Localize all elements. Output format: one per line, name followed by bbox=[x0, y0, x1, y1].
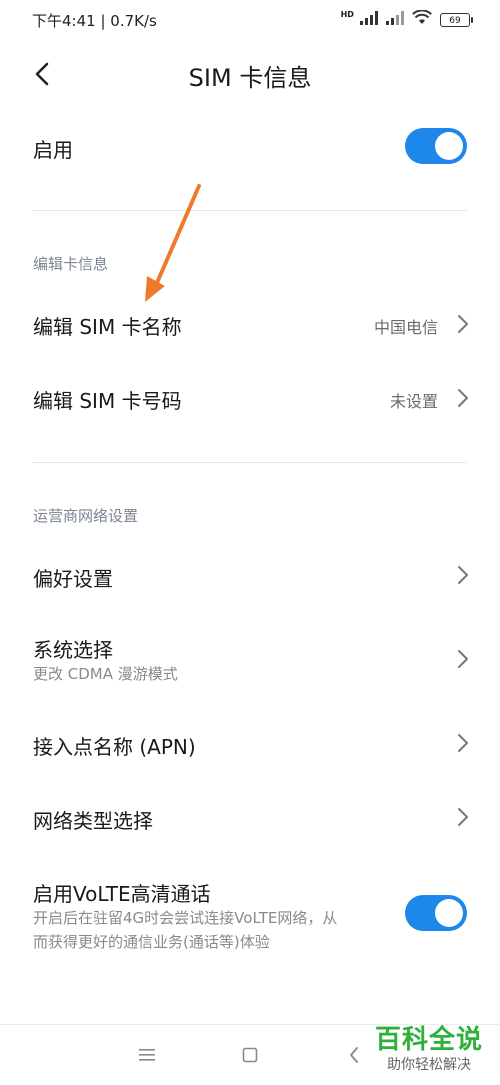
nav-back-button[interactable] bbox=[342, 1043, 366, 1067]
apn-label: 接入点名称 (APN) bbox=[33, 735, 196, 759]
menu-button[interactable] bbox=[135, 1043, 159, 1067]
volte-label: 启用VoLTE高清通话 bbox=[33, 882, 211, 906]
volte-sub-line1: 开启后在驻留4G时会尝试连接VoLTE网络，从 bbox=[33, 909, 338, 927]
system-select-row[interactable]: 系统选择 更改 CDMA 漫游模式 bbox=[0, 618, 500, 700]
home-button[interactable] bbox=[238, 1043, 262, 1067]
enable-label: 启用 bbox=[33, 138, 73, 162]
chevron-right-icon bbox=[458, 650, 468, 668]
system-select-sub: 更改 CDMA 漫游模式 bbox=[33, 665, 178, 683]
edit-sim-number-value: 未设置 bbox=[389, 392, 438, 411]
volte-toggle[interactable] bbox=[405, 895, 467, 931]
edit-sim-name-row[interactable]: 编辑 SIM 卡名称 中国电信 bbox=[0, 288, 500, 360]
header: SIM 卡信息 bbox=[0, 42, 500, 104]
edit-sim-name-label: 编辑 SIM 卡名称 bbox=[33, 315, 182, 339]
volte-sub-line2: 而获得更好的通信业务(通话等)体验 bbox=[33, 933, 270, 951]
enable-toggle[interactable] bbox=[405, 128, 467, 164]
hd-label: HD bbox=[340, 10, 354, 19]
divider bbox=[33, 462, 467, 463]
apn-row[interactable]: 接入点名称 (APN) bbox=[0, 708, 500, 780]
menu-icon bbox=[139, 1049, 155, 1061]
network-type-row[interactable]: 网络类型选择 bbox=[0, 782, 500, 854]
status-icons: HD 69 bbox=[341, 9, 473, 29]
preference-row[interactable]: 偏好设置 bbox=[0, 540, 500, 612]
section-title-edit: 编辑卡信息 bbox=[33, 255, 109, 273]
square-icon bbox=[242, 1047, 258, 1063]
chevron-left-icon bbox=[350, 1047, 358, 1063]
status-time-speed: 下午4:41 | 0.7K/s bbox=[32, 12, 157, 30]
battery-icon: 69 bbox=[440, 12, 473, 27]
network-type-label: 网络类型选择 bbox=[33, 809, 153, 833]
annotation-arrow-icon bbox=[145, 184, 201, 302]
chevron-right-icon bbox=[458, 566, 468, 584]
watermark-slogan: 助你轻松解决 bbox=[387, 1057, 471, 1073]
chevron-right-icon bbox=[458, 315, 468, 333]
watermark: 百科全说 助你轻松解决 bbox=[374, 1024, 484, 1080]
volte-row[interactable]: 启用VoLTE高清通话 开启后在驻留4G时会尝试连接VoLTE网络，从 而获得更… bbox=[0, 866, 500, 966]
edit-sim-number-row[interactable]: 编辑 SIM 卡号码 未设置 bbox=[0, 362, 500, 434]
status-bar: 下午4:41 | 0.7K/s HD 69 bbox=[0, 0, 500, 42]
wifi-icon bbox=[412, 9, 432, 29]
page-title: SIM 卡信息 bbox=[188, 64, 312, 92]
section-title-carrier: 运营商网络设置 bbox=[33, 507, 139, 525]
edit-sim-number-label: 编辑 SIM 卡号码 bbox=[33, 389, 182, 413]
chevron-right-icon bbox=[458, 389, 468, 407]
signal-icon bbox=[386, 10, 404, 29]
preference-label: 偏好设置 bbox=[33, 567, 113, 591]
watermark-brand: 百科全说 bbox=[374, 1025, 483, 1055]
divider bbox=[33, 210, 467, 211]
chevron-right-icon bbox=[458, 808, 468, 826]
toggle-knob bbox=[435, 899, 463, 927]
edit-sim-name-value: 中国电信 bbox=[373, 318, 438, 337]
enable-row[interactable]: 启用 bbox=[0, 110, 500, 184]
toggle-knob bbox=[435, 132, 463, 160]
hd-signal-icon: HD bbox=[341, 10, 378, 29]
system-select-label: 系统选择 bbox=[33, 638, 113, 662]
chevron-right-icon bbox=[458, 734, 468, 752]
